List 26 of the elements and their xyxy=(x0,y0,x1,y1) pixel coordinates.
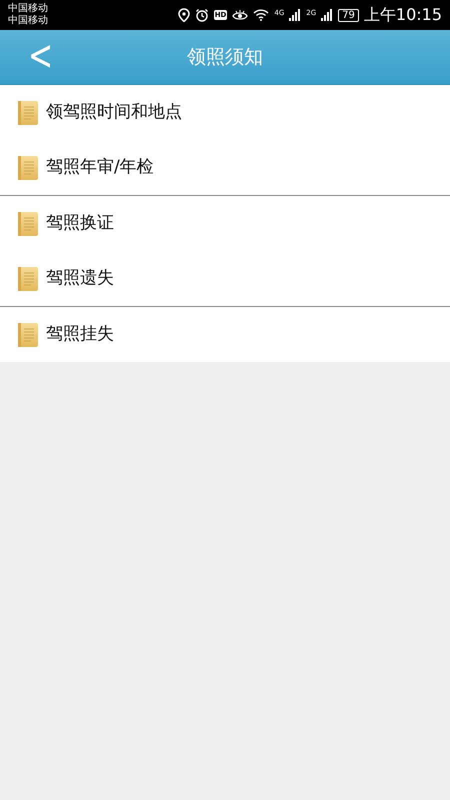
clock: 上午10:15 xyxy=(364,4,442,26)
item-label: 驾照遗失 xyxy=(46,266,114,290)
item-label: 驾照换证 xyxy=(46,212,114,235)
battery-indicator: 79 xyxy=(338,8,359,22)
carrier-label: 中国移动 xyxy=(8,3,48,14)
document-icon xyxy=(18,322,38,346)
document-icon xyxy=(18,266,38,290)
item-label: 领驾照时间和地点 xyxy=(46,100,182,124)
document-icon xyxy=(18,156,38,180)
list-item[interactable]: 领驾照时间和地点 xyxy=(0,85,450,140)
eye-icon xyxy=(232,9,248,21)
document-icon xyxy=(18,212,38,236)
item-label: 驾照挂失 xyxy=(46,322,114,346)
list-item[interactable]: 驾照年审/年检 xyxy=(0,140,450,195)
item-label: 驾照年审/年检 xyxy=(46,156,154,179)
page-title: 领照须知 xyxy=(187,44,263,70)
list-item[interactable]: 驾照遗失 xyxy=(0,251,450,306)
signal-icon xyxy=(289,9,302,21)
list-item[interactable]: 驾照换证 xyxy=(0,196,450,251)
wifi-icon xyxy=(253,9,270,21)
alarm-icon xyxy=(194,8,209,22)
signal-icon xyxy=(321,9,334,21)
location-icon xyxy=(178,8,190,22)
list-item[interactable]: 驾照挂失 xyxy=(0,307,450,362)
carrier-label: 中国移动 xyxy=(8,15,48,27)
document-icon xyxy=(18,100,38,124)
